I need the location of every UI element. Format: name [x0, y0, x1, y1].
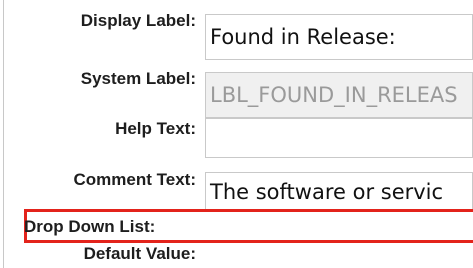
system-label-input: LBL_FOUND_IN_RELEAS: [205, 72, 473, 118]
panel-divider: [3, 0, 4, 268]
system-label-label: System Label:: [80, 69, 196, 88]
drop-down-list-label: Drop Down List:: [24, 217, 156, 236]
default-value-label: Default Value:: [83, 244, 196, 263]
help-text-label: Help Text:: [115, 119, 196, 138]
field-properties-form: Display Label: Found in Release: System …: [0, 0, 473, 268]
display-label-label: Display Label:: [80, 11, 196, 30]
comment-text-label: Comment Text:: [73, 170, 196, 189]
comment-text-input[interactable]: The software or servic: [205, 172, 473, 210]
help-text-input[interactable]: [205, 118, 473, 158]
display-label-input[interactable]: Found in Release:: [205, 14, 473, 60]
